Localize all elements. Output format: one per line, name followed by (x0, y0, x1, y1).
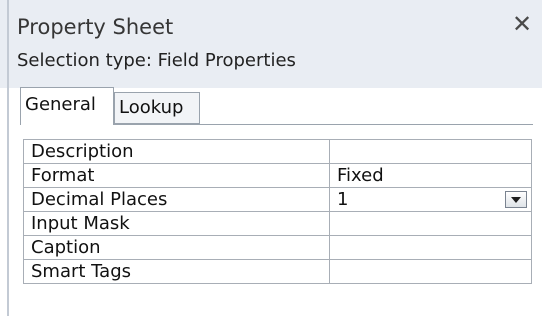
property-row: Input Mask (23, 211, 532, 236)
pane-left-border (7, 0, 9, 316)
property-value-caption[interactable] (329, 235, 532, 260)
decimal-places-dropdown-button[interactable] (505, 191, 527, 208)
tab-lookup[interactable]: Lookup (114, 92, 200, 124)
property-value-smart-tags[interactable] (329, 259, 532, 284)
property-row: Smart Tags (23, 259, 532, 284)
property-value-decimal-places[interactable]: 1 (329, 187, 532, 212)
property-row: Description (23, 139, 532, 164)
property-name-format[interactable]: Format (23, 163, 330, 188)
close-icon[interactable]: ✕ (509, 10, 535, 38)
property-row: Format Fixed (23, 163, 532, 188)
selection-type-label: Selection type: Field Properties (17, 50, 296, 71)
property-value-description[interactable] (329, 139, 532, 164)
property-row: Decimal Places 1 (23, 187, 532, 212)
property-value-format[interactable]: Fixed (329, 163, 532, 188)
property-name-input-mask[interactable]: Input Mask (23, 211, 330, 236)
property-value-input-mask[interactable] (329, 211, 532, 236)
property-row: Caption (23, 235, 532, 260)
pane-title: Property Sheet (17, 15, 174, 39)
property-name-caption[interactable]: Caption (23, 235, 330, 260)
tab-general[interactable]: General (20, 87, 114, 125)
property-sheet-pane: Property Sheet ✕ Selection type: Field P… (0, 0, 542, 316)
decimal-places-value-text: 1 (337, 188, 349, 210)
property-name-description[interactable]: Description (23, 139, 330, 164)
property-grid: Description Format Fixed Decimal Places … (23, 139, 532, 284)
property-name-smart-tags[interactable]: Smart Tags (23, 259, 330, 284)
chevron-down-icon (511, 197, 521, 203)
property-name-decimal-places[interactable]: Decimal Places (23, 187, 330, 212)
